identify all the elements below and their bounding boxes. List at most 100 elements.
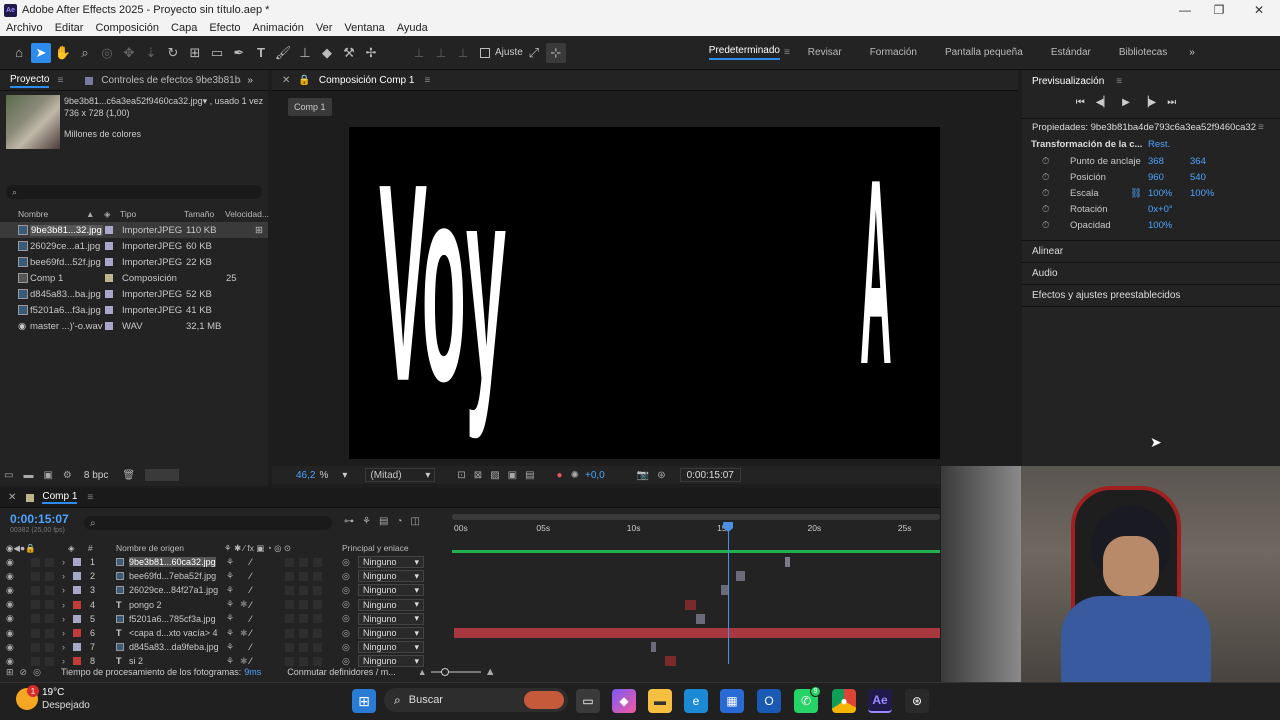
panel-overflow-icon[interactable]: » [247, 75, 253, 86]
menu-ventana[interactable]: Ventana [344, 22, 384, 34]
work-area-bar[interactable] [452, 514, 940, 520]
table-row[interactable]: ◉ › 1 9be3b81...60ca32.jpg ⚘ ⁄ ◎ Ninguno ▾ [0, 555, 450, 569]
axis-view-icon[interactable]: ⟂ [453, 43, 473, 63]
list-item[interactable]: f5201a6...f3a.jpg ImporterJPEG 41 KB [0, 302, 268, 318]
pickwhip-icon[interactable]: ◎ [342, 599, 350, 610]
layer-name[interactable]: <capa d...xto vacía> 4 [129, 628, 218, 638]
expand-chevron-icon[interactable]: › [62, 585, 65, 595]
adjustment-switch[interactable] [299, 557, 308, 567]
zoom-tool-icon[interactable]: ⌕ [75, 43, 95, 63]
timeline-zoom-slider[interactable] [430, 668, 481, 676]
tab-effect-controls[interactable]: Controles de efectos 9be3b81ba4d [101, 75, 241, 86]
solo-toggle[interactable] [31, 585, 40, 595]
zoom-out-mountain-icon[interactable]: ▲ [418, 667, 427, 677]
eraser-tool-icon[interactable]: ◆ [317, 43, 337, 63]
next-frame-icon[interactable]: ▕▶ [1141, 97, 1156, 108]
guides-icon[interactable]: ▣ [508, 470, 517, 481]
list-item[interactable]: 9be3b81...32.jpg ImporterJPEG 110 KB ⊞ [0, 222, 268, 238]
chrome-icon[interactable]: ● [832, 689, 856, 713]
menu-composicion[interactable]: Composición [95, 22, 159, 34]
layer-label-swatch[interactable] [73, 643, 81, 652]
table-row[interactable]: ◉ › 6 T <capa d...xto vacía> 4 ⚘ ✱ ⁄ ◎ Ninguno ▾ [0, 626, 450, 640]
3d-switch[interactable] [313, 614, 322, 624]
shy-switch-icon[interactable]: ⚘ [226, 585, 234, 596]
property-value[interactable]: 100% [1148, 220, 1172, 231]
motion-blur-switch[interactable] [285, 557, 294, 567]
new-folder-icon[interactable]: ▬ [23, 470, 33, 481]
pan-camera-icon[interactable]: ✥ [119, 43, 139, 63]
layer-duration-bar[interactable] [735, 571, 745, 582]
snap-target-icon[interactable]: ⊹ [545, 42, 566, 63]
pickwhip-icon[interactable]: ◎ [342, 628, 350, 639]
adjustment-switch[interactable] [299, 571, 308, 581]
preview-menu-icon[interactable]: ≡ [1116, 76, 1122, 87]
parent-link-header[interactable]: Principal y enlace [342, 543, 409, 553]
properties-menu-icon[interactable]: ≡ [1258, 122, 1264, 133]
snapshot-camera-icon[interactable]: 📷 [637, 470, 649, 481]
parent-dropdown[interactable]: Ninguno ▾ [358, 641, 424, 654]
streaming-app-icon[interactable]: ⊛ [905, 689, 929, 713]
align-section[interactable]: Alinear [1032, 246, 1063, 257]
workspace-formacion[interactable]: Formación [870, 47, 917, 58]
stopwatch-icon[interactable]: ⏱ [1042, 188, 1049, 199]
zoom-dropdown-icon[interactable]: ▾ [342, 470, 347, 481]
parent-dropdown[interactable]: Ninguno ▾ [358, 612, 424, 625]
maximize-icon[interactable]: ❐ [1200, 0, 1238, 20]
expand-chevron-icon[interactable]: › [62, 557, 65, 567]
adjustment-switch[interactable] [299, 600, 308, 610]
previous-frame-icon[interactable]: ◀▏ [1096, 97, 1111, 108]
first-frame-icon[interactable]: ⏮ [1076, 97, 1085, 108]
layer-name[interactable]: 9be3b81...60ca32.jpg [129, 557, 216, 567]
layer-name[interactable]: pongo 2 [129, 600, 162, 610]
layer-name[interactable]: f5201a6...785cf3a.jpg [129, 614, 216, 624]
playhead[interactable] [728, 524, 730, 664]
roto-brush-icon[interactable]: ⚒ [339, 43, 359, 63]
show-snapshot-icon[interactable]: ⊛ [657, 470, 665, 481]
shy-switch-icon[interactable]: ⚘ [226, 628, 234, 639]
comp-flowchart-icon[interactable]: ⊶ [344, 516, 354, 527]
region-of-interest-icon[interactable]: ⊡ [457, 470, 465, 481]
comp-breadcrumb[interactable]: Comp 1 [288, 98, 332, 116]
timeline-tab-menu-icon[interactable]: ≡ [87, 492, 93, 503]
adjustment-switch[interactable] [299, 628, 308, 638]
workspace-menu-icon[interactable]: ≡ [784, 47, 790, 58]
dolly-camera-icon[interactable]: ⇣ [141, 43, 161, 63]
workspace-estandar[interactable]: Estándar [1051, 47, 1091, 58]
lock-toggle[interactable] [45, 585, 54, 595]
table-row[interactable]: ◉ › 5 f5201a6...785cf3a.jpg ⚘ ⁄ ◎ Ninguno ▾ [0, 612, 450, 626]
selection-tool-icon[interactable]: ➤ [31, 42, 51, 63]
lock-toggle[interactable] [45, 614, 54, 624]
list-item[interactable]: bee69fd...52f.jpg ImporterJPEG 22 KB [0, 254, 268, 270]
layer-duration-bar[interactable] [696, 613, 706, 624]
copilot-icon[interactable]: ◆ [612, 689, 636, 713]
windows-start-icon[interactable]: ⊞ [352, 689, 376, 713]
shy-switch-icon[interactable]: ⚘ [226, 557, 234, 568]
lock-icon[interactable]: 🔒 [298, 75, 310, 86]
stopwatch-icon[interactable]: ⏱ [1042, 220, 1049, 231]
adjustment-switch[interactable] [299, 614, 308, 624]
property-value-x[interactable]: 960 [1148, 172, 1164, 183]
bit-depth-button[interactable]: 8 bpc [84, 470, 108, 481]
thumbnail-slider[interactable] [145, 469, 180, 481]
after-effects-taskbar-icon[interactable]: Ae [868, 689, 892, 713]
rectangle-tool-icon[interactable]: ▭ [207, 43, 227, 63]
lock-toggle[interactable] [45, 557, 54, 567]
3d-switch[interactable] [313, 585, 322, 595]
visibility-eye-icon[interactable]: ◉ [6, 599, 14, 610]
pickwhip-icon[interactable]: ◎ [342, 571, 350, 582]
hand-tool-icon[interactable]: ✋ [53, 43, 73, 63]
property-value-y[interactable]: 540 [1190, 172, 1206, 183]
layer-duration-bar[interactable] [685, 599, 696, 610]
pickwhip-icon[interactable]: ◎ [342, 642, 350, 653]
menu-ayuda[interactable]: Ayuda [397, 22, 428, 34]
color-channels-icon[interactable]: ● [557, 470, 563, 481]
workspace-bibliotecas[interactable]: Bibliotecas [1119, 47, 1167, 58]
transfer-controls-icon[interactable]: ⊘ [20, 667, 28, 678]
comp-tab-menu-icon[interactable]: ≡ [424, 75, 430, 86]
stopwatch-icon[interactable]: ⏱ [1042, 204, 1049, 215]
layer-switches-icon[interactable]: ⊞ [6, 667, 14, 678]
menu-animacion[interactable]: Animación [253, 22, 304, 34]
expand-chevron-icon[interactable]: › [62, 600, 65, 610]
exposure-reset-icon[interactable]: ✺ [571, 470, 579, 481]
orbit-camera-icon[interactable]: ◎ [97, 43, 117, 63]
